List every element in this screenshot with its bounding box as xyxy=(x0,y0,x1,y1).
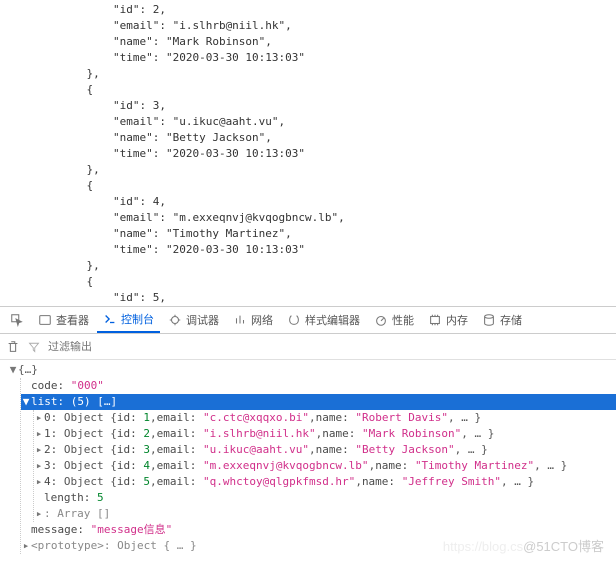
filter-icon xyxy=(28,341,40,353)
json-line: "time": "2020-03-30 10:13:03" xyxy=(60,50,616,66)
tab-memory[interactable]: 内存 xyxy=(422,308,474,332)
prop-length[interactable]: length: 5 xyxy=(34,490,616,506)
tab-label: 样式编辑器 xyxy=(305,312,360,328)
tab-inspector[interactable]: 查看器 xyxy=(32,308,95,332)
json-line: "id": 2, xyxy=(60,2,616,18)
json-line: "name": "Timothy Martinez", xyxy=(60,226,616,242)
prop-prototype-array[interactable]: ▸: Array [] xyxy=(34,506,616,522)
json-line: "email": "m.exxeqnvj@kvqogbncw.lb", xyxy=(60,210,616,226)
prop-code[interactable]: code: "000" xyxy=(21,378,616,394)
prop-message[interactable]: message: "message信息" xyxy=(21,522,616,538)
tab-network[interactable]: 网络 xyxy=(227,308,279,332)
tab-label: 性能 xyxy=(392,312,414,328)
json-line: { xyxy=(60,274,616,290)
list-item[interactable]: ▸4: Object { id: 5, email: "q.whctoy@qlg… xyxy=(34,474,616,490)
tab-storage[interactable]: 存储 xyxy=(476,308,528,332)
devtools-toolbar: 查看器 控制台 调试器 网络 样式编辑器 性能 内存 存储 xyxy=(0,306,616,334)
json-line: "name": "Betty Jackson", xyxy=(60,130,616,146)
json-line: "id": 3, xyxy=(60,98,616,114)
list-item[interactable]: ▸0: Object { id: 1, email: "c.ctc@xqqxo.… xyxy=(34,410,616,426)
json-line: { xyxy=(60,178,616,194)
json-line: }, xyxy=(60,162,616,178)
console-output: ▼{…} code: "000" ▼list: (5) […] ▸0: Obje… xyxy=(0,360,616,556)
tab-label: 控制台 xyxy=(121,311,154,327)
json-line: "id": 5, xyxy=(60,290,616,306)
json-line: "name": "Mark Robinson", xyxy=(60,34,616,50)
tab-performance[interactable]: 性能 xyxy=(368,308,420,332)
tab-label: 查看器 xyxy=(56,312,89,328)
clear-console-button[interactable] xyxy=(6,340,20,354)
tab-label: 存储 xyxy=(500,312,522,328)
tab-debugger[interactable]: 调试器 xyxy=(162,308,225,332)
object-root[interactable]: ▼{…} xyxy=(8,362,616,378)
json-line: }, xyxy=(60,258,616,274)
select-element-button[interactable] xyxy=(4,309,30,331)
tab-style[interactable]: 样式编辑器 xyxy=(281,308,366,332)
list-item[interactable]: ▸3: Object { id: 4, email: "m.exxeqnvj@k… xyxy=(34,458,616,474)
json-line: "time": "2020-03-30 10:13:03" xyxy=(60,242,616,258)
json-preview-pane: "id": 2, "email": "i.slhrb@niil.hk", "na… xyxy=(0,0,616,306)
tab-label: 调试器 xyxy=(186,312,219,328)
list-item[interactable]: ▸1: Object { id: 2, email: "i.slhrb@niil… xyxy=(34,426,616,442)
console-filter-bar xyxy=(0,334,616,360)
tab-console[interactable]: 控制台 xyxy=(97,307,160,333)
prop-list[interactable]: ▼list: (5) […] xyxy=(21,394,616,410)
tab-label: 网络 xyxy=(251,312,273,328)
json-line: "time": "2020-03-30 10:13:03" xyxy=(60,146,616,162)
prop-prototype[interactable]: ▸<prototype>: Object { … } xyxy=(21,538,616,554)
json-line: }, xyxy=(60,66,616,82)
list-item[interactable]: ▸2: Object { id: 3, email: "u.ikuc@aaht.… xyxy=(34,442,616,458)
tab-label: 内存 xyxy=(446,312,468,328)
json-line: "email": "u.ikuc@aaht.vu", xyxy=(60,114,616,130)
json-line: "email": "i.slhrb@niil.hk", xyxy=(60,18,616,34)
json-line: { xyxy=(60,82,616,98)
filter-input[interactable] xyxy=(48,341,190,353)
json-line: "id": 4, xyxy=(60,194,616,210)
